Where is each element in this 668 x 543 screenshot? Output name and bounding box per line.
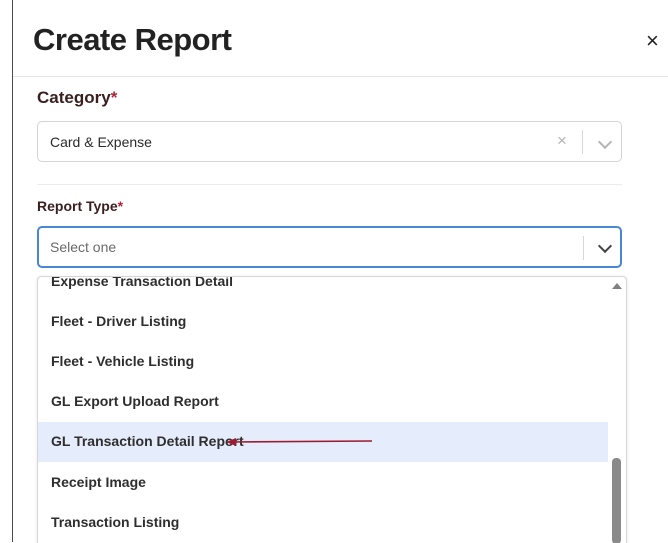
chevron-down-icon[interactable] [597,134,613,150]
scroll-up-icon[interactable] [612,283,622,289]
category-selected-value: Card & Expense [50,134,152,150]
dialog-header: Create Report × [13,0,668,77]
dropdown-option[interactable]: Receipt Image [38,463,608,503]
report-type-select[interactable]: Select one [37,226,622,268]
dropdown-option[interactable]: GL Export Upload Report [38,382,608,422]
required-marker: * [110,88,118,107]
dialog-title: Create Report [33,22,232,57]
clear-icon[interactable]: × [557,131,567,151]
dropdown-option[interactable]: Transaction Listing [38,503,608,543]
scrollbar-thumb[interactable] [612,458,621,543]
dropdown-option[interactable]: Expense Transaction Detail [38,277,608,302]
dropdown-option[interactable]: Fleet - Vehicle Listing [38,342,608,382]
dropdown-option[interactable]: Fleet - Driver Listing [38,302,608,342]
select-separator [583,236,584,260]
category-label: Category* [37,88,117,108]
report-type-label: Report Type* [37,198,123,214]
section-divider [37,184,622,185]
select-separator [582,130,583,154]
category-label-text: Category [37,88,111,107]
report-type-label-text: Report Type [37,198,118,214]
chevron-down-icon[interactable] [597,238,613,254]
category-select[interactable]: Card & Expense × [37,121,622,162]
report-type-dropdown-menu: Expense Transaction Detail Fleet - Drive… [37,276,627,543]
report-type-placeholder: Select one [50,239,117,255]
annotation-arrow-icon [226,438,373,446]
close-icon[interactable]: × [646,30,659,52]
required-marker: * [117,198,124,214]
